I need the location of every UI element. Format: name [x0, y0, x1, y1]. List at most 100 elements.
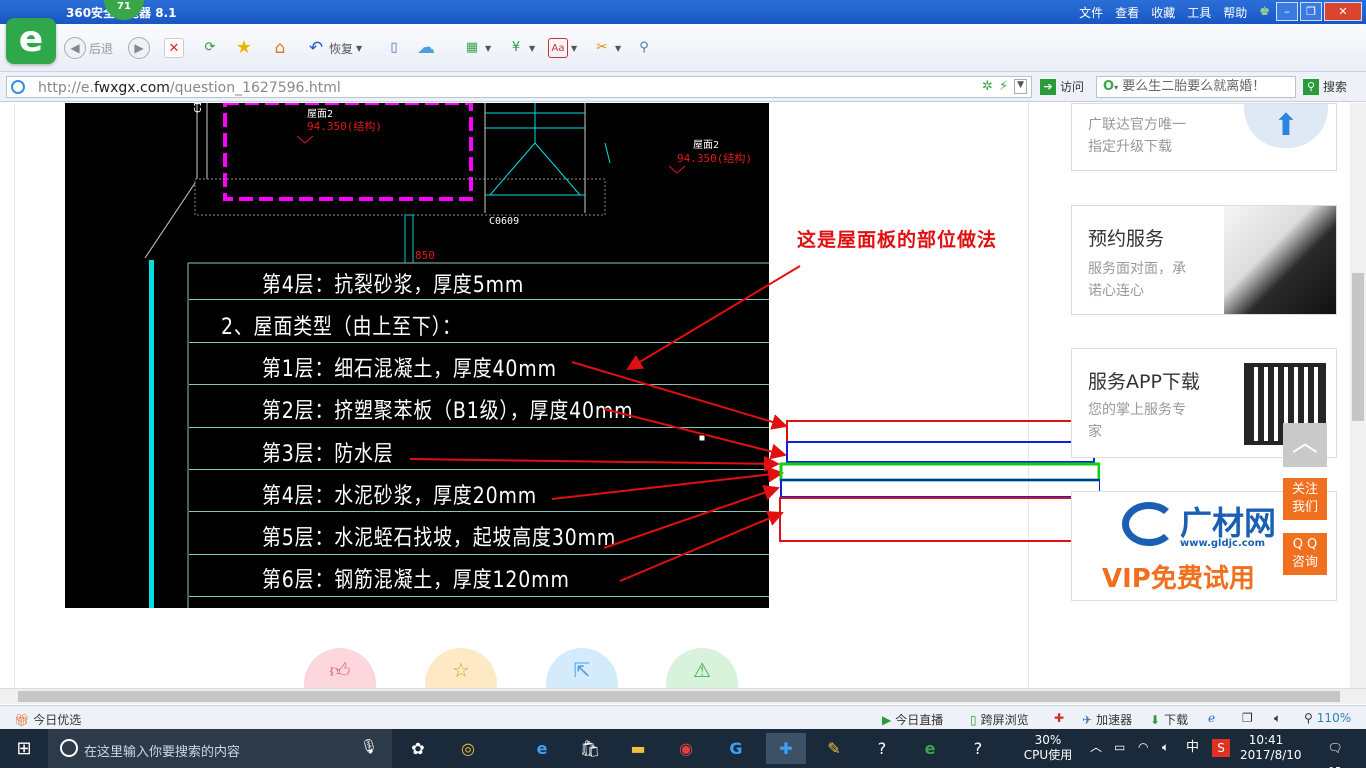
favorites-button[interactable]: ★: [234, 36, 254, 60]
title-bar: 360安全浏览器 8.1 71 文件 查看 收藏 工具 帮助 ♚ – ❐ ✕: [0, 0, 1366, 24]
live-button[interactable]: ▶ 今日直播: [882, 711, 943, 728]
money-button[interactable]: ¥ ▼: [506, 36, 535, 60]
volume-icon[interactable]: 🔈︎: [1162, 740, 1169, 755]
stop-button[interactable]: ✕: [164, 36, 184, 60]
refresh-button[interactable]: ⟳: [200, 36, 220, 60]
scroll-thumb[interactable]: [18, 691, 1340, 702]
close-button[interactable]: ✕: [1324, 2, 1362, 21]
search-button[interactable]: ⚲ 搜索: [1303, 78, 1347, 95]
like-button[interactable]: 👍︎: [304, 648, 376, 688]
home-button[interactable]: ⌂: [270, 36, 290, 60]
taskbar-app-help1[interactable]: ?: [862, 733, 902, 764]
volume-button[interactable]: 🔈︎: [1274, 711, 1281, 726]
daily-picks-label: 今日优选: [33, 713, 82, 727]
appointment-title: 预约服务: [1088, 228, 1165, 250]
sogou-icon[interactable]: S: [1212, 739, 1230, 757]
taskbar-app-active[interactable]: ✚: [766, 733, 806, 764]
microphone-icon[interactable]: 🎙︎: [360, 739, 378, 755]
dropdown-icon[interactable]: ▼: [1014, 79, 1027, 94]
menu-favorites[interactable]: 收藏: [1151, 4, 1175, 21]
qq-consult-button[interactable]: Q Q 咨询: [1283, 533, 1327, 575]
glodon-icon: G: [729, 739, 743, 758]
search-engine-icon[interactable]: O: [1103, 79, 1114, 94]
refresh-spinner-icon[interactable]: ✲: [982, 79, 993, 94]
accelerator-button[interactable]: ✈ 加速器: [1082, 711, 1132, 728]
download-button[interactable]: ⬇ 下载: [1150, 711, 1188, 728]
upgrade-card[interactable]: 广联达官方唯一 指定升级下载 ⬆: [1071, 103, 1337, 171]
lightning-icon[interactable]: ⚡: [999, 79, 1008, 94]
taskbar-app-help2[interactable]: ?: [958, 733, 998, 764]
menu-help[interactable]: 帮助: [1223, 4, 1247, 21]
zoom-button[interactable]: ⚲: [634, 36, 654, 60]
window-controls: – ❐ ✕: [1276, 2, 1362, 21]
translate-button[interactable]: Aa ▼: [548, 36, 577, 60]
qq-label-1: Q Q: [1292, 537, 1318, 552]
ime-indicator[interactable]: 中: [1186, 740, 1199, 755]
horizontal-scrollbar[interactable]: [0, 688, 1366, 704]
taskbar-app-glodon[interactable]: G: [716, 733, 756, 764]
search-label: 搜索: [1323, 80, 1348, 94]
action-center-button[interactable]: 🗨︎ 15: [1322, 737, 1348, 777]
back-button[interactable]: ◀ 后退: [64, 36, 113, 60]
start-button[interactable]: ⊞: [0, 729, 48, 768]
forward-button[interactable]: ▶: [128, 36, 150, 60]
upgrade-card-line1: 广联达官方唯一: [1088, 117, 1186, 133]
visit-button[interactable]: ➔ 访问: [1040, 78, 1084, 95]
minimize-button[interactable]: –: [1276, 2, 1298, 21]
ie-button[interactable]: ℯ: [1208, 711, 1215, 725]
taskbar-app-notes[interactable]: ✎: [814, 733, 854, 764]
menu-file[interactable]: 文件: [1079, 4, 1103, 21]
phone-button[interactable]: ▯: [384, 36, 404, 60]
screenshot-button[interactable]: ✂ ▼: [592, 36, 622, 60]
qq-label-2: 咨询: [1291, 555, 1318, 570]
plugin-button[interactable]: ✚: [1054, 711, 1064, 725]
back-label: 后退: [89, 41, 114, 56]
taskbar-app-edge[interactable]: e: [522, 733, 562, 764]
taskbar-app-sync[interactable]: ◎: [448, 733, 488, 764]
taskbar-app-explorer[interactable]: ▬: [618, 733, 658, 764]
zoom-level-button[interactable]: ⚲ 110%: [1304, 711, 1351, 725]
back-to-top-button[interactable]: ︿: [1283, 423, 1327, 467]
cross-screen-button[interactable]: ▯ 跨屏浏览: [970, 711, 1029, 728]
vertical-scrollbar[interactable]: [1350, 103, 1366, 688]
share-button[interactable]: ⇱: [546, 648, 618, 688]
window-button[interactable]: ❐: [1242, 711, 1253, 725]
scissors-icon: ✂: [596, 40, 608, 55]
cad-layer-5: 第5层：水泥蛭石找坡，起坡高度30mm: [262, 526, 617, 551]
taskbar-search[interactable]: 在这里输入你要搜索的内容 🎙︎: [48, 729, 392, 768]
ie-icon: ℯ: [1208, 711, 1216, 725]
taskbar-app-browser[interactable]: e: [910, 733, 950, 764]
skin-icon[interactable]: ♚: [1259, 4, 1270, 21]
clock[interactable]: 10:41 2017/8/10: [1240, 733, 1302, 763]
pinwheel-icon: ✿: [411, 739, 425, 758]
cpu-usage[interactable]: 30% CPU使用: [1022, 733, 1074, 763]
cad-layer-3: 第3层：防水层: [262, 442, 394, 467]
maximize-button[interactable]: ❐: [1300, 2, 1322, 21]
restore-button[interactable]: ↶ 恢复 ▼: [306, 36, 362, 60]
scroll-thumb[interactable]: [1352, 273, 1364, 421]
follow-label-2: 我们: [1291, 500, 1318, 515]
browser-logo[interactable]: e: [6, 18, 56, 64]
wifi-icon[interactable]: ◠: [1138, 740, 1148, 755]
menu-view[interactable]: 查看: [1115, 4, 1139, 21]
daily-picks-button[interactable]: 🎁︎ 今日优选: [14, 711, 81, 728]
favorite-button[interactable]: ☆: [425, 648, 497, 688]
taskbar-app-store[interactable]: 🛍︎: [570, 733, 610, 764]
cad-row-line: [189, 342, 769, 343]
taskbar-app-lifebuoy[interactable]: ◉: [666, 733, 706, 764]
battery-icon[interactable]: ▭: [1114, 740, 1125, 755]
download-icon: ⬇: [1150, 712, 1161, 727]
cloud-button[interactable]: ☁: [416, 36, 436, 60]
menu-tools[interactable]: 工具: [1187, 4, 1211, 21]
ad-url: www.gldjc.com: [1180, 538, 1265, 549]
apps-button[interactable]: ▦ ▼: [462, 36, 491, 60]
taskbar-app-pinwheel[interactable]: ✿: [398, 733, 438, 764]
chevron-down-icon: ▼: [615, 43, 622, 53]
cad-layer-1: 第1层：细石混凝土，厚度40mm: [262, 357, 557, 382]
appointment-card[interactable]: 预约服务 服务面对面，承 诺心连心: [1071, 205, 1337, 315]
report-button[interactable]: ⚠: [666, 648, 738, 688]
follow-us-button[interactable]: 关注 我们: [1283, 478, 1327, 520]
search-input[interactable]: O▾ 要么生二胎要么就离婚！: [1096, 76, 1296, 98]
tray-chevron-icon[interactable]: ︿: [1090, 740, 1102, 755]
url-field[interactable]: http://e.fwxgx.com/question_1627596.html…: [6, 76, 1032, 98]
